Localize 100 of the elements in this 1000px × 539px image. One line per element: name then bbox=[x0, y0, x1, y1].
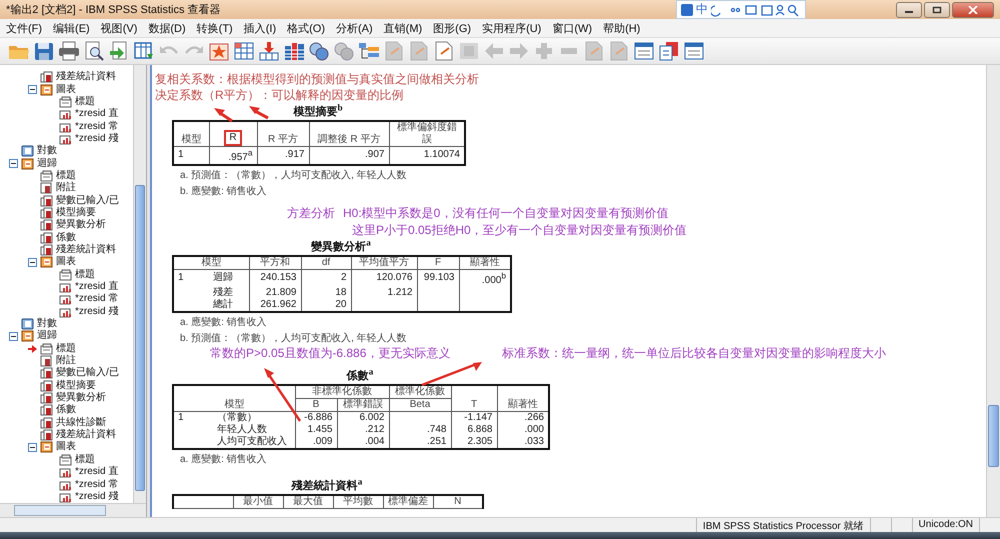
tree-item[interactable]: 迴歸 bbox=[37, 330, 57, 342]
table-node-icon[interactable] bbox=[40, 232, 53, 244]
tree-item[interactable]: 模型摘要 bbox=[56, 380, 96, 392]
tree-item[interactable]: *zresid 殘 bbox=[75, 132, 118, 145]
collapse-toggle-icon[interactable] bbox=[28, 258, 37, 267]
chart-node-icon[interactable] bbox=[59, 490, 72, 503]
menu-item[interactable]: 视图(V) bbox=[96, 20, 144, 36]
columns-icon[interactable] bbox=[283, 41, 305, 61]
log-node-icon[interactable] bbox=[21, 318, 34, 330]
tree-item[interactable]: 附註 bbox=[56, 355, 76, 368]
tree-item[interactable]: 圖表 bbox=[56, 441, 76, 454]
minimize-button[interactable] bbox=[896, 2, 922, 18]
ime-logo-icon[interactable] bbox=[681, 4, 693, 16]
ime-tools-icon[interactable] bbox=[711, 2, 801, 16]
chart-node-icon[interactable] bbox=[59, 478, 72, 491]
chart-node-icon[interactable] bbox=[59, 108, 72, 120]
log-node-icon[interactable] bbox=[21, 145, 34, 158]
tree-item[interactable]: *zresid 常 bbox=[75, 120, 118, 133]
table-node-icon[interactable] bbox=[40, 194, 53, 207]
tree-item[interactable]: 對數 bbox=[37, 145, 57, 158]
menu-item[interactable]: 实用程序(U) bbox=[478, 20, 548, 36]
table-node-icon[interactable] bbox=[40, 380, 53, 392]
tree-item[interactable]: 標題 bbox=[75, 454, 95, 466]
table-node-icon[interactable] bbox=[40, 429, 53, 442]
table-node-icon[interactable] bbox=[40, 244, 53, 256]
menu-item[interactable]: 分析(A) bbox=[332, 20, 380, 36]
tree-item[interactable]: *zresid 直 bbox=[75, 108, 118, 120]
insert-row-icon[interactable] bbox=[258, 41, 280, 61]
book-node-icon[interactable] bbox=[40, 441, 53, 454]
menu-item[interactable]: 转换(T) bbox=[192, 20, 240, 36]
outline-icon[interactable] bbox=[358, 41, 380, 61]
chart-node-icon[interactable] bbox=[59, 132, 72, 145]
menu-item[interactable]: 图形(G) bbox=[429, 20, 478, 36]
tree-item[interactable]: 殘差統計資料 bbox=[56, 71, 116, 84]
tree-item[interactable]: 變數已輸入/已 bbox=[56, 367, 119, 380]
printer-icon[interactable] bbox=[58, 41, 80, 61]
window-icon[interactable] bbox=[683, 41, 705, 61]
tree-item[interactable]: 圖表 bbox=[56, 256, 76, 268]
table-node-icon[interactable] bbox=[40, 71, 53, 84]
tree-scrollbar[interactable] bbox=[133, 65, 146, 503]
tree-item[interactable]: 變異數分析 bbox=[56, 392, 106, 404]
menu-item[interactable]: 直销(M) bbox=[380, 20, 430, 36]
table-node-icon[interactable] bbox=[40, 206, 53, 219]
table-node-icon[interactable] bbox=[40, 416, 53, 429]
note-node-icon[interactable] bbox=[40, 182, 53, 194]
tree-item[interactable]: 標題 bbox=[75, 96, 95, 108]
tree-item[interactable]: 附註 bbox=[56, 182, 76, 194]
collapse-toggle-icon[interactable] bbox=[9, 332, 18, 341]
tree-item[interactable]: 係數 bbox=[56, 404, 76, 416]
menu-item[interactable]: 窗口(W) bbox=[548, 20, 600, 36]
tree-item[interactable]: 殘差統計資料 bbox=[56, 429, 116, 442]
tree-item[interactable]: 對數 bbox=[37, 318, 57, 330]
table-node-icon[interactable] bbox=[40, 219, 53, 232]
chart-node-icon[interactable] bbox=[59, 281, 72, 294]
chart-node-icon[interactable] bbox=[59, 306, 72, 318]
table-node-icon[interactable] bbox=[40, 392, 53, 404]
collapse-toggle-icon[interactable] bbox=[9, 159, 18, 168]
tree-item[interactable]: 殘差統計資料 bbox=[56, 244, 116, 256]
menu-item[interactable]: 数据(D) bbox=[144, 20, 193, 36]
output-scrollbar[interactable] bbox=[986, 65, 1000, 517]
title-node-icon[interactable] bbox=[59, 96, 72, 108]
book-node-icon[interactable] bbox=[40, 256, 53, 268]
chart-node-icon[interactable] bbox=[59, 120, 72, 133]
tree-item[interactable]: *zresid 殘 bbox=[75, 490, 118, 503]
page-magnifier-icon[interactable] bbox=[83, 41, 105, 61]
menu-item[interactable]: 文件(F) bbox=[2, 20, 50, 36]
menu-item[interactable]: 插入(I) bbox=[240, 20, 284, 36]
tree-item[interactable]: *zresid 殘 bbox=[75, 306, 118, 318]
tree-item[interactable]: 變異數分析 bbox=[56, 219, 106, 232]
title-node-icon[interactable] bbox=[40, 170, 53, 182]
tree-horizontal-scrollbar[interactable] bbox=[0, 503, 146, 517]
title-node-icon[interactable] bbox=[40, 342, 53, 355]
title-node-icon[interactable] bbox=[59, 268, 72, 281]
document-icon[interactable] bbox=[433, 41, 455, 61]
overlapping-circles-icon[interactable] bbox=[308, 41, 330, 61]
tree-item[interactable]: *zresid 直 bbox=[75, 466, 118, 478]
menu-item[interactable]: 格式(O) bbox=[283, 20, 332, 36]
tree-item[interactable]: 標題 bbox=[56, 342, 76, 355]
tree-item[interactable]: 標題 bbox=[56, 170, 76, 182]
grid-icon[interactable] bbox=[133, 41, 155, 61]
menu-item[interactable]: 编辑(E) bbox=[49, 20, 97, 36]
tree-item[interactable]: 圖表 bbox=[56, 84, 76, 96]
table-icon[interactable] bbox=[233, 41, 255, 61]
tree-item[interactable]: 係數 bbox=[56, 232, 76, 244]
chart-node-icon[interactable] bbox=[59, 293, 72, 306]
title-node-icon[interactable] bbox=[59, 454, 72, 466]
chart-node-icon[interactable] bbox=[59, 466, 72, 478]
collapse-toggle-icon[interactable] bbox=[28, 85, 37, 94]
book-node-icon[interactable] bbox=[21, 158, 34, 170]
menu-item[interactable]: 帮助(H) bbox=[599, 20, 648, 36]
table-node-icon[interactable] bbox=[40, 367, 53, 380]
table-node-icon[interactable] bbox=[40, 404, 53, 416]
tree-item[interactable]: 變數已輸入/已 bbox=[56, 194, 119, 207]
tree-item[interactable]: 模型摘要 bbox=[56, 206, 96, 219]
tree-item[interactable]: *zresid 常 bbox=[75, 293, 118, 306]
tree-item[interactable]: 共線性診斷 bbox=[56, 416, 106, 429]
ime-language-button[interactable]: 中 bbox=[696, 1, 708, 18]
maximize-button[interactable] bbox=[924, 2, 950, 18]
documents-icon[interactable] bbox=[658, 41, 680, 61]
book-node-icon[interactable] bbox=[40, 84, 53, 96]
